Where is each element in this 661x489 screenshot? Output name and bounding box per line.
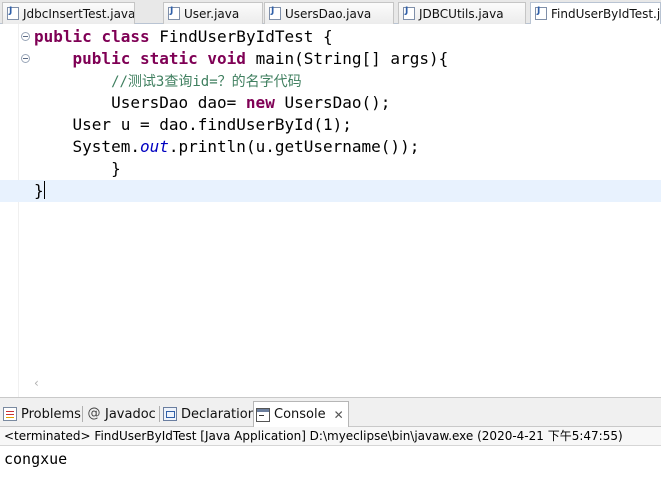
code-text-span: System.: [72, 137, 140, 156]
code-text-span: UsersDao dao=: [111, 93, 246, 112]
tab-label: User.java: [184, 6, 240, 21]
tab-javadoc[interactable]: @ Javadoc: [87, 403, 156, 425]
tab-label: Problems: [21, 406, 81, 422]
console-icon: [256, 407, 270, 422]
java-file-icon: [7, 6, 19, 20]
tab-declaration[interactable]: Declaration: [163, 403, 256, 425]
code-text-span: .println(u.getUsername());: [168, 137, 420, 156]
java-file-icon: [403, 6, 415, 20]
tab-label: Console: [274, 407, 326, 422]
java-file-icon: [168, 6, 180, 20]
code-text-span: }: [34, 181, 44, 200]
tab-label: Declaration: [181, 406, 256, 422]
tab-label: Javadoc: [105, 406, 156, 422]
static-field: out: [139, 137, 169, 156]
code-line: UsersDao dao= new UsersDao();: [34, 92, 661, 114]
fold-toggle-icon[interactable]: [21, 32, 30, 41]
scroll-left-icon[interactable]: ‹: [34, 376, 39, 390]
tab-label: UsersDao.java: [285, 6, 372, 21]
fold-toggle-icon[interactable]: [21, 54, 30, 63]
code-comment: //测试3查询id=？的名字代码: [111, 74, 302, 90]
console-status-line: <terminated> FindUserByIdTest [Java Appl…: [0, 427, 661, 446]
code-text-span: User u = dao.findUserById(1);: [72, 115, 352, 134]
java-file-icon: [535, 6, 547, 20]
tab-divider: [159, 406, 160, 422]
code-line: }: [34, 158, 661, 180]
tab-console[interactable]: Console ✕: [253, 401, 349, 427]
current-code-line: }: [0, 180, 661, 202]
code-line: User u = dao.findUserById(1);: [34, 114, 661, 136]
java-file-icon: [269, 6, 281, 20]
tab-divider: [82, 406, 83, 422]
editor-gutter: [0, 24, 19, 397]
keyword: public: [72, 49, 131, 68]
keyword: void: [207, 49, 246, 68]
tab-label: JDBCUtils.java: [419, 6, 504, 21]
code-text-span: }: [111, 159, 121, 178]
keyword: public: [34, 27, 92, 46]
tab-finduserbyidtest[interactable]: FindUserByIdTest.java: [530, 2, 661, 24]
close-icon[interactable]: ✕: [334, 408, 344, 422]
at-sign-icon: @: [87, 406, 101, 421]
code-line: public class FindUserByIdTest {: [34, 26, 661, 48]
keyword: class: [101, 27, 150, 46]
tab-user[interactable]: User.java: [163, 2, 263, 24]
editor-tab-bar: JdbcInsertTest.java User.java UsersDao.j…: [0, 0, 661, 24]
tab-label: JdbcInsertTest.java: [23, 6, 135, 21]
console-output-area[interactable]: congxue: [0, 446, 661, 489]
tab-jdbcutils[interactable]: JDBCUtils.java: [398, 2, 526, 24]
code-line: //测试3查询id=？的名字代码: [34, 70, 661, 92]
text-caret: [43, 181, 45, 199]
tab-usersdao[interactable]: UsersDao.java: [264, 2, 394, 24]
code-text-span: main(String[] args){: [245, 49, 449, 68]
code-line: System.out.println(u.getUsername());: [34, 136, 661, 158]
code-text-span: UsersDao();: [274, 93, 391, 112]
horizontal-scrollbar[interactable]: ‹: [30, 376, 661, 393]
problems-icon: [3, 407, 17, 421]
code-text[interactable]: public class FindUserByIdTest { public s…: [0, 26, 661, 202]
code-line: public static void main(String[] args){: [34, 48, 661, 70]
tab-jdbcinserttest[interactable]: JdbcInsertTest.java: [2, 2, 135, 24]
code-text-span: FindUserByIdTest {: [149, 27, 333, 46]
view-tab-bar: Problems @ Javadoc Declaration Console ✕: [0, 397, 661, 427]
declaration-icon: [163, 407, 177, 421]
keyword: new: [245, 93, 275, 112]
console-output-text: congxue: [4, 450, 68, 468]
keyword: static: [139, 49, 198, 68]
code-editor[interactable]: public class FindUserByIdTest { public s…: [0, 24, 661, 397]
tab-label: FindUserByIdTest.java: [551, 6, 661, 21]
tab-problems[interactable]: Problems: [3, 403, 81, 425]
